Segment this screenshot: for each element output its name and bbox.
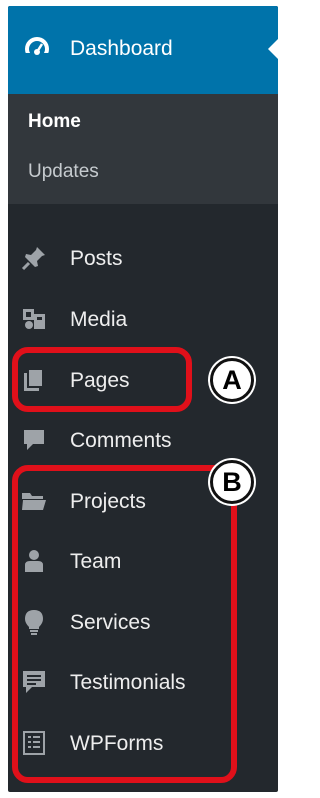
callout-badge-a: A bbox=[210, 358, 254, 402]
menu-item-comments[interactable]: Comments bbox=[8, 420, 278, 460]
media-icon bbox=[23, 309, 45, 329]
pushpin-icon bbox=[21, 247, 45, 271]
submenu-item-updates[interactable]: Updates bbox=[28, 160, 99, 184]
callout-frame-a bbox=[12, 347, 192, 412]
dashboard-gauge-icon bbox=[24, 37, 50, 62]
menu-item-media[interactable]: Media bbox=[8, 299, 278, 339]
menu-item-posts[interactable]: Posts bbox=[8, 238, 278, 278]
callout-frame-b bbox=[12, 465, 237, 783]
submenu-item-home[interactable]: Home bbox=[28, 110, 81, 134]
menu-item-label: Dashboard bbox=[70, 37, 173, 60]
callout-badge-b: B bbox=[210, 460, 254, 504]
menu-item-label: Comments bbox=[70, 429, 172, 452]
comment-icon bbox=[24, 430, 44, 450]
menu-item-label: Posts bbox=[70, 247, 123, 270]
dashboard-submenu: Home Updates bbox=[8, 94, 278, 204]
menu-item-label: Media bbox=[70, 308, 128, 331]
menu-item-dashboard[interactable]: Dashboard bbox=[8, 6, 278, 94]
current-menu-arrow bbox=[268, 39, 278, 59]
